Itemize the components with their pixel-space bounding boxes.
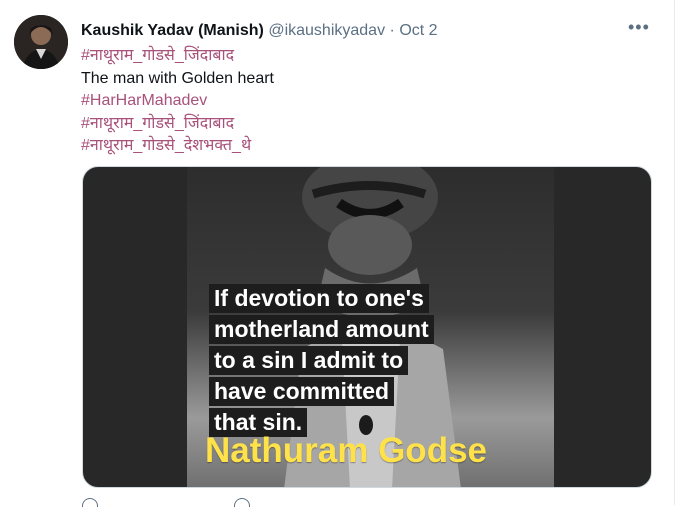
quote-line-4: have committed bbox=[209, 377, 395, 406]
tweet-date[interactable]: Oct 2 bbox=[399, 22, 437, 39]
retweet-icon[interactable] bbox=[234, 498, 250, 507]
quote-line-2: motherland amount bbox=[209, 315, 434, 344]
quote-author: Nathuram Godse bbox=[205, 431, 487, 470]
avatar[interactable] bbox=[14, 15, 68, 69]
quote-caption: If devotion to one's motherland amount t… bbox=[209, 283, 439, 438]
tweet-line-golden-heart: The man with Golden heart bbox=[81, 69, 274, 87]
more-icon[interactable]: ••• bbox=[628, 18, 650, 38]
hashtag-1[interactable]: #नाथूराम_गोडसे_जिंदाबाद bbox=[81, 45, 274, 68]
author-name[interactable]: Kaushik Yadav (Manish) bbox=[81, 22, 264, 39]
tweet-header: Kaushik Yadav (Manish) @ikaushikyadav · … bbox=[81, 21, 438, 41]
tweet-media[interactable]: If devotion to one's motherland amount t… bbox=[82, 166, 652, 488]
avatar-portrait bbox=[14, 15, 68, 69]
reply-icon[interactable] bbox=[82, 498, 98, 507]
author-handle[interactable]: @ikaushikyadav bbox=[268, 22, 385, 39]
hashtag-4[interactable]: #नाथूराम_गोडसे_देशभक्त_थे bbox=[81, 135, 274, 158]
hashtag-3[interactable]: #नाथूराम_गोडसे_जिंदाबाद bbox=[81, 113, 274, 136]
quote-line-1: If devotion to one's bbox=[209, 284, 429, 313]
hashtag-2[interactable]: #HarHarMahadev bbox=[81, 90, 274, 113]
quote-line-3: to a sin I admit to bbox=[209, 346, 409, 375]
tweet-card[interactable]: Kaushik Yadav (Manish) @ikaushikyadav · … bbox=[0, 0, 675, 507]
separator: · bbox=[389, 22, 395, 39]
tweet-text: #नाथूराम_गोडसे_जिंदाबाद The man with Gol… bbox=[81, 45, 274, 158]
